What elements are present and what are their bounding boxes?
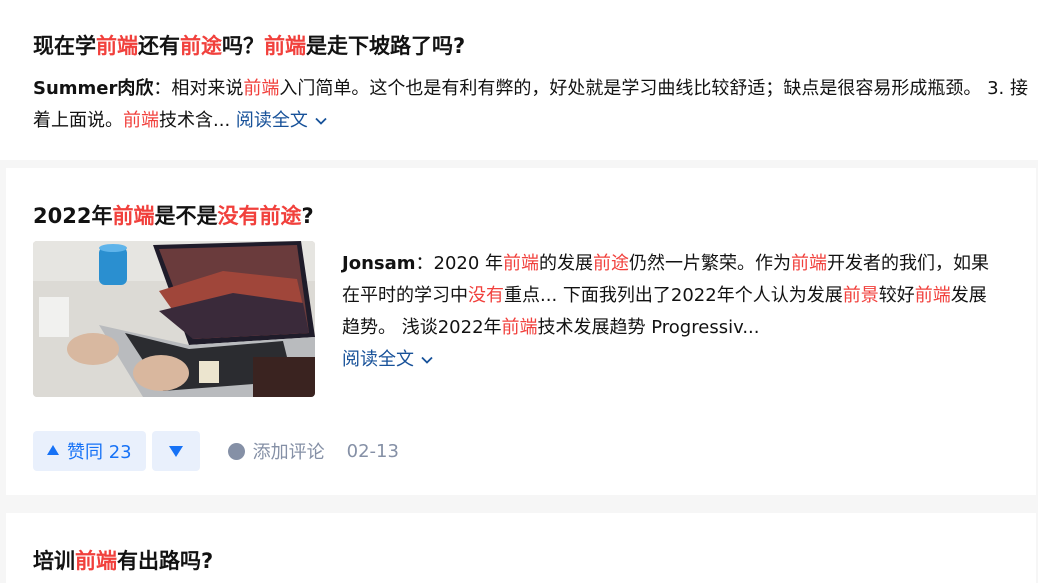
- author-name[interactable]: Summer肉欣: [33, 78, 153, 99]
- title-text: ?: [301, 204, 314, 228]
- excerpt-text: ：相对来说: [153, 78, 244, 99]
- excerpt-text: 重点... 下面我列出了2022年个人认为发展: [504, 285, 843, 306]
- excerpt-highlight: 没有: [468, 285, 504, 306]
- title-highlight: 前途: [180, 34, 222, 58]
- title-text: 现在学: [33, 34, 96, 58]
- chevron-down-icon: [315, 117, 327, 125]
- excerpt-highlight: 前端: [501, 317, 538, 338]
- upvote-label: 赞同 23: [67, 442, 132, 463]
- title-text: 2022年: [33, 204, 113, 228]
- excerpt-text: ：2020 年: [415, 253, 504, 274]
- answer-title[interactable]: 培训前端有出路吗?: [33, 546, 213, 576]
- excerpt-highlight: 前景: [842, 285, 879, 306]
- excerpt-highlight: 前端: [123, 110, 159, 131]
- excerpt-text: 技术含...: [159, 110, 231, 131]
- title-highlight: 前端: [75, 549, 117, 573]
- answer-excerpt[interactable]: Summer肉欣：相对来说前端入门简单。这个也是有利有弊的，好处就是学习曲线比较…: [33, 73, 1033, 137]
- answer-thumbnail[interactable]: [33, 241, 315, 397]
- excerpt-highlight: 前端: [791, 253, 828, 274]
- excerpt-text: 技术发展趋势 Progressiv...: [537, 317, 760, 338]
- answer-excerpt[interactable]: Jonsam：2020 年前端的发展前途仍然一片繁荣。作为前端开发者的我们，如果…: [342, 248, 1002, 376]
- title-text: 培训: [33, 549, 75, 573]
- answer-date: 02-13: [346, 440, 399, 462]
- answer-card: 2022年前端是不是没有前途? Jonsam：2020 年前端的发展前途仍然一片: [6, 168, 1036, 495]
- title-highlight: 前端: [264, 34, 306, 58]
- read-more-label: 阅读全文: [235, 110, 308, 131]
- excerpt-text: 较好: [878, 285, 915, 306]
- excerpt-text: 仍然一片繁荣。作为: [629, 253, 792, 274]
- excerpt-highlight: 前端: [503, 253, 540, 274]
- chevron-down-icon: [421, 356, 433, 364]
- title-text: 还有: [138, 34, 180, 58]
- comment-button[interactable]: 添加评论: [227, 438, 325, 464]
- read-more-button[interactable]: 阅读全文: [236, 110, 328, 131]
- title-text: 有出路吗?: [117, 549, 214, 573]
- title-text: 是走下坡路了吗?: [306, 34, 466, 58]
- answer-actions: 赞同 23 添加评论 02-13: [33, 430, 399, 472]
- title-highlight: 没有前途: [217, 204, 302, 228]
- triangle-down-icon: [168, 445, 183, 457]
- read-more-button[interactable]: 阅读全文: [342, 349, 434, 370]
- excerpt-text: 的发展: [539, 253, 594, 274]
- excerpt-highlight: 前途: [593, 253, 630, 274]
- answer-title[interactable]: 2022年前端是不是没有前途?: [33, 201, 314, 231]
- comment-label: 添加评论: [252, 442, 325, 463]
- title-highlight: 前端: [96, 34, 138, 58]
- read-more-label: 阅读全文: [342, 349, 414, 370]
- upvote-button[interactable]: 赞同 23: [33, 431, 146, 471]
- author-name[interactable]: Jonsam: [342, 253, 416, 274]
- title-text: 是不是: [154, 204, 218, 228]
- triangle-up-icon: [47, 445, 59, 455]
- excerpt-highlight: 前端: [914, 285, 951, 306]
- title-highlight: 前端: [112, 204, 155, 228]
- excerpt-highlight: 前端: [243, 78, 280, 99]
- title-text: 吗？: [222, 34, 264, 58]
- comment-bubble-icon: [227, 442, 245, 460]
- downvote-button[interactable]: [151, 431, 200, 471]
- answer-title[interactable]: 现在学前端还有前途吗？前端是走下坡路了吗?: [33, 31, 465, 61]
- answer-card: 培训前端有出路吗?: [6, 513, 1036, 583]
- answer-card: 现在学前端还有前途吗？前端是走下坡路了吗? Summer肉欣：相对来说前端入门简…: [0, 0, 1038, 160]
- laptop-photo: [33, 241, 315, 397]
